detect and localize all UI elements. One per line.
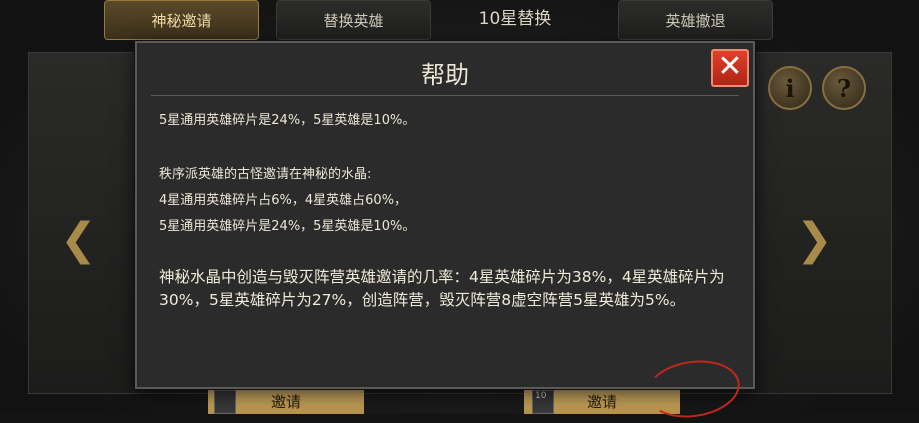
thumb-badge: 10 xyxy=(535,391,547,401)
hero-thumb-icon xyxy=(214,390,236,414)
hero-thumb-icon: 10 xyxy=(532,390,554,414)
help-line: 5星通用英雄碎片是24%，5星英雄是10%。 xyxy=(159,219,416,234)
help-paragraph: 神秘水晶中创造与毁灭阵营英雄邀请的几率：4星英雄碎片为38%，4星英雄碎片为30… xyxy=(159,268,725,309)
question-icon[interactable]: ? xyxy=(822,66,866,110)
tab-mystic-invite[interactable]: 神秘邀请 xyxy=(104,0,259,40)
help-dialog: 帮助 ✕ 5星通用英雄碎片是24%，5星英雄是10%。 秩序派英雄的古怪邀请在神… xyxy=(135,41,755,423)
next-arrow-icon[interactable]: ❯ xyxy=(796,218,833,262)
tab-hero-retreat[interactable]: 英雄撤退 xyxy=(618,0,773,40)
tab-replace-hero[interactable]: 替换英雄 xyxy=(276,0,431,40)
help-line: 4星通用英雄碎片占6%，4星英雄占60%， xyxy=(159,193,408,208)
help-line: 5星通用英雄碎片是24%，5星英雄是10%。 xyxy=(159,113,416,128)
title-divider xyxy=(151,95,739,96)
tab-10-star-replace[interactable]: 10星替换 xyxy=(440,0,590,40)
dialog-title: 帮助 xyxy=(421,61,469,89)
help-line: 秩序派英雄的古怪邀请在神秘的水晶: xyxy=(159,167,372,182)
close-icon[interactable]: ✕ xyxy=(711,49,749,87)
info-icon[interactable]: i xyxy=(768,66,812,110)
prev-arrow-icon[interactable]: ❮ xyxy=(60,218,97,262)
